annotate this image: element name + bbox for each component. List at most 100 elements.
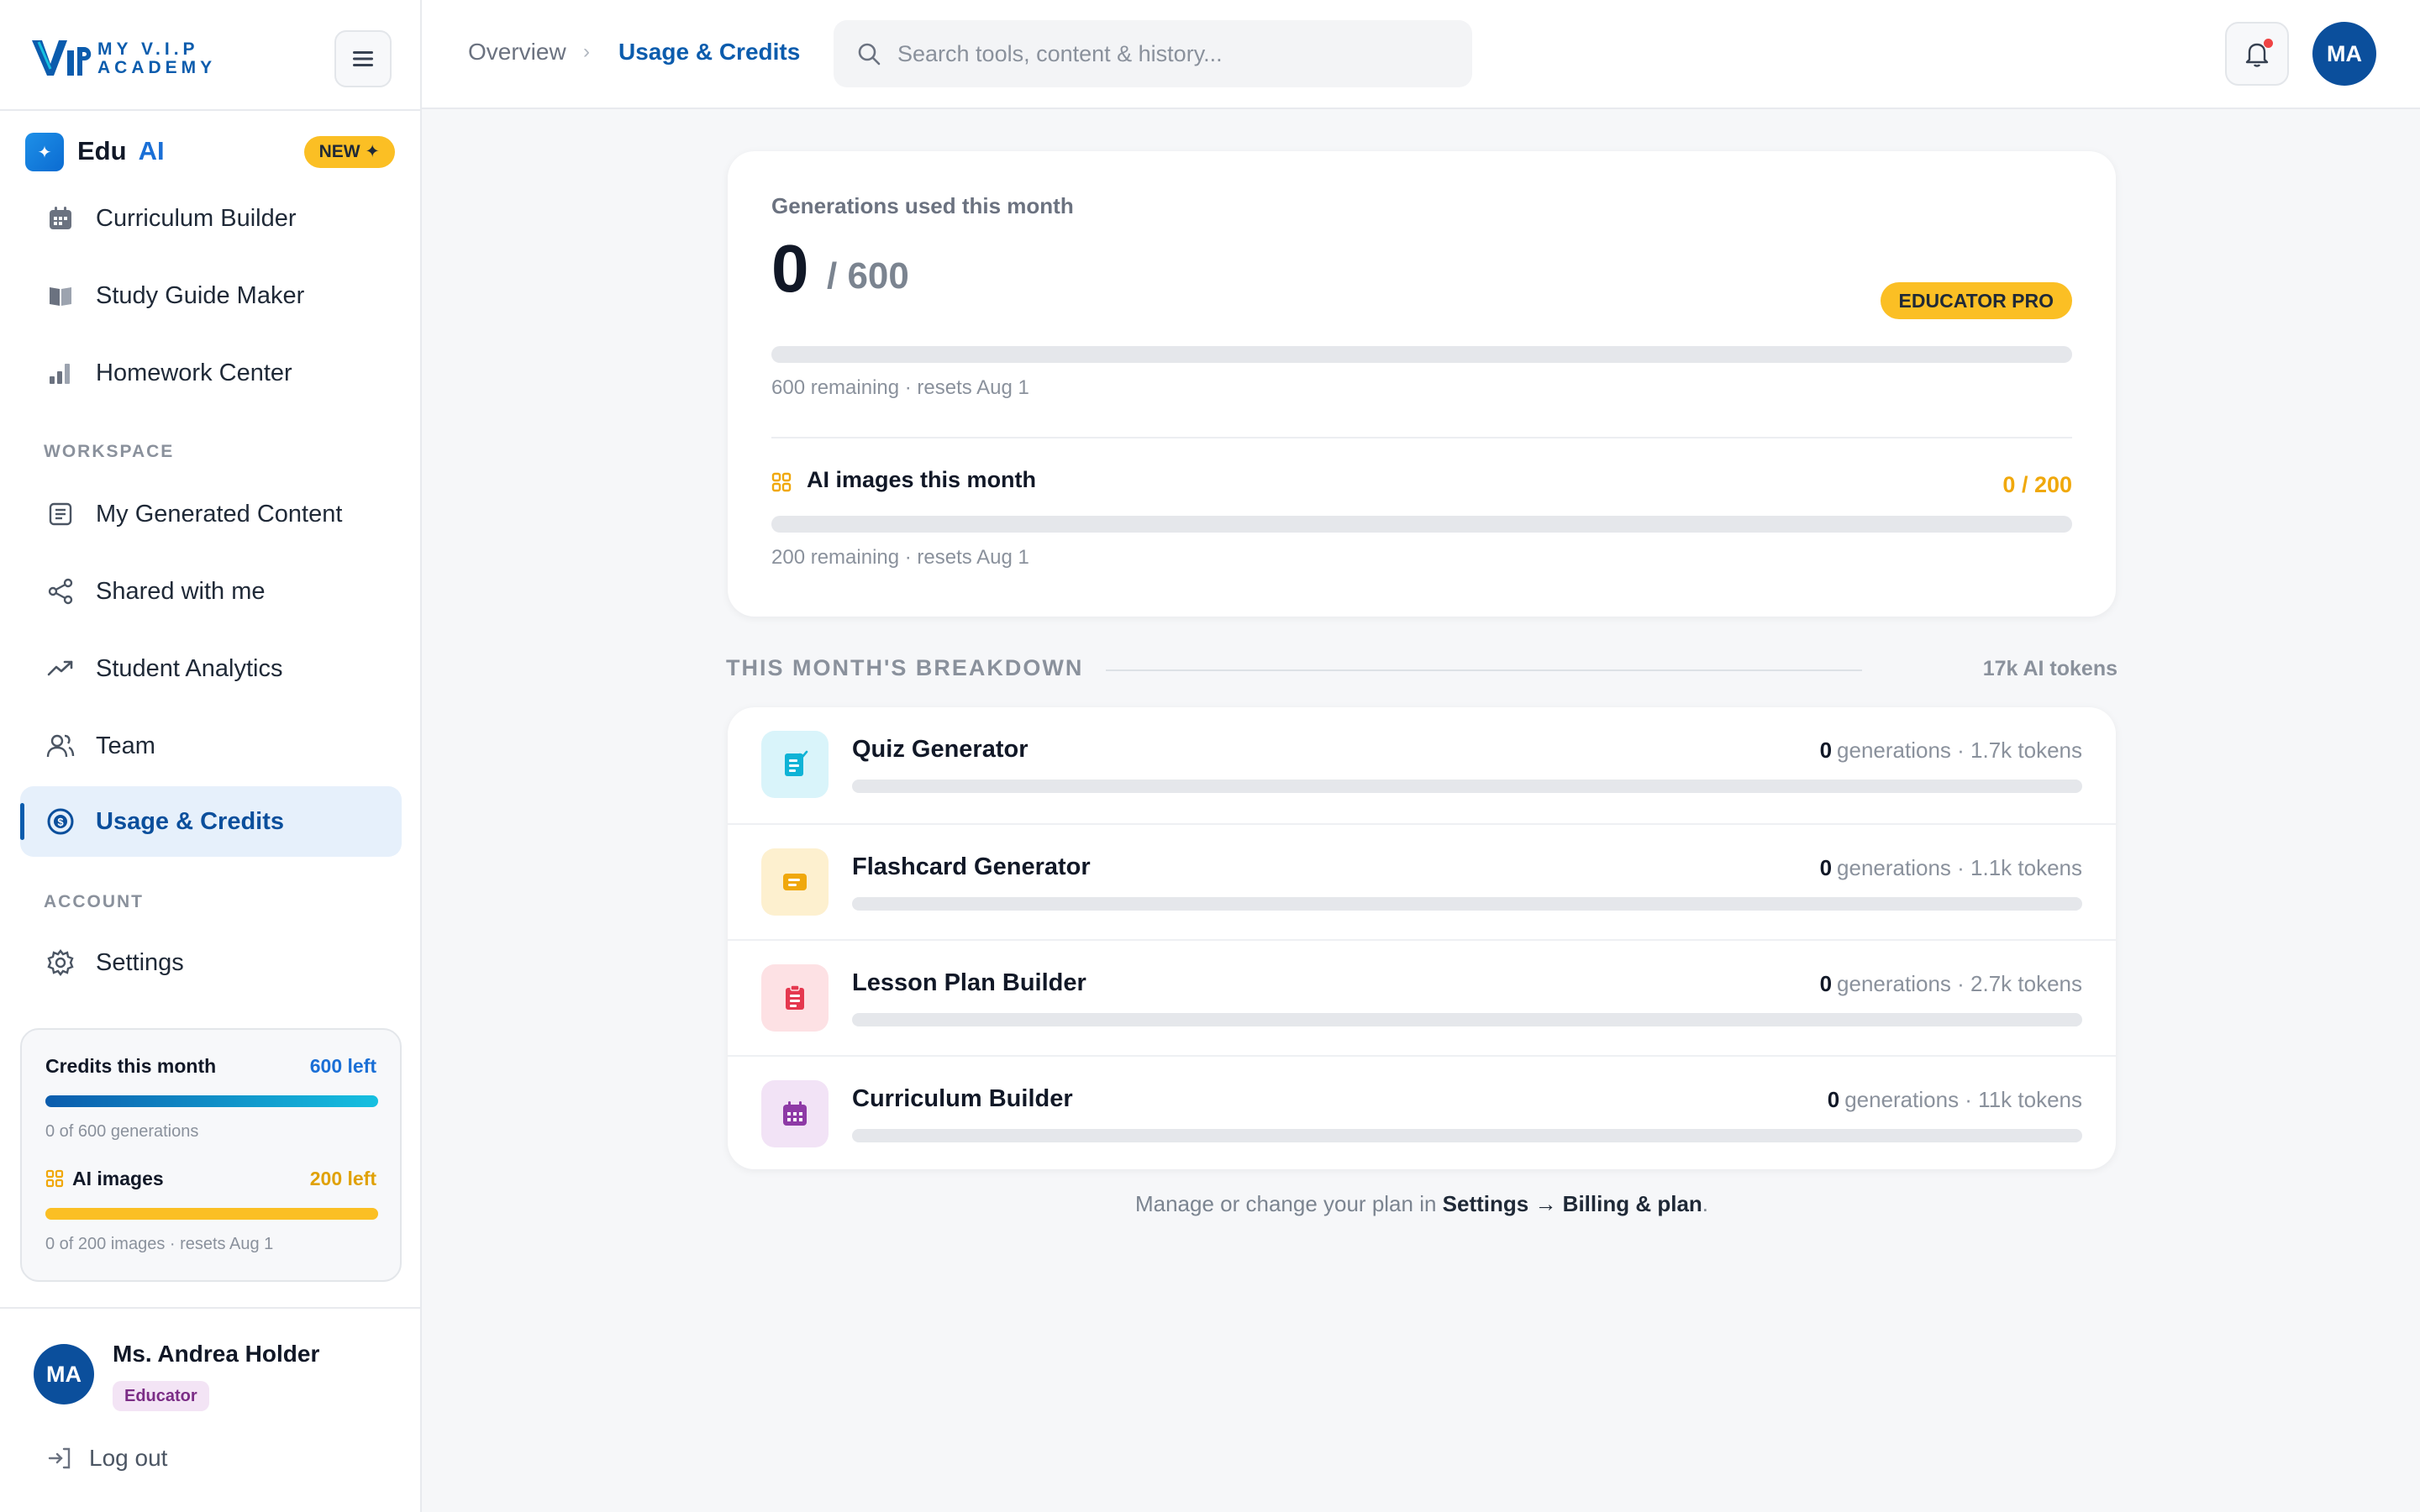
ai-images-count: 0 / 200	[2002, 472, 2072, 497]
logout-label: Log out	[89, 1445, 168, 1471]
curriculum-icon	[761, 1080, 829, 1147]
list-item[interactable]: Flashcard Generator 0 generations · 1.1k …	[728, 823, 2116, 939]
images-title: AI images	[72, 1168, 164, 1189]
list-item[interactable]: Curriculum Builder 0 generations · 11k to…	[728, 1055, 2116, 1169]
avatar[interactable]: MA	[34, 1344, 94, 1404]
credits-icon: $	[44, 805, 77, 838]
chevron-right-icon: ›	[583, 40, 590, 63]
generations-label: Generations used this month	[771, 193, 1074, 218]
breadcrumb-overview[interactable]: Overview	[468, 39, 566, 66]
topbar: Overview › Usage & Credits MA	[422, 0, 2420, 109]
profile-avatar[interactable]: MA	[2312, 22, 2376, 86]
logo-row: MY V.I.P ACADEMY	[0, 0, 420, 111]
tool-name: Quiz Generator	[852, 736, 1028, 763]
sidebar-item-label: Curriculum Builder	[96, 204, 297, 232]
account-section-label: ACCOUNT	[44, 892, 144, 911]
billing-plan-link[interactable]: Settings → Billing & plan	[1443, 1191, 1702, 1216]
trend-icon	[44, 652, 77, 685]
lesson-plan-icon	[761, 964, 829, 1032]
gear-icon	[44, 946, 77, 979]
divider	[1106, 669, 1862, 671]
edu-ai-title: Edu AI	[77, 136, 165, 165]
sidebar-item-shared-with-me[interactable]: Shared with me	[20, 556, 402, 627]
flashcard-icon	[761, 848, 829, 916]
share-icon	[44, 575, 77, 608]
sidebar-item-team[interactable]: Team	[20, 711, 402, 781]
sidebar-item-label: Usage & Credits	[96, 807, 285, 835]
sidebar-item-study-guide-maker[interactable]: Study Guide Maker	[20, 260, 402, 331]
search-input[interactable]	[897, 20, 1452, 87]
sidebar-item-label: Settings	[96, 948, 184, 976]
generations-sub: 600 remaining · resets Aug 1	[771, 376, 1029, 399]
tool-stats: 0 generations · 1.7k tokens	[1819, 738, 2082, 763]
ai-images-sub: 200 remaining · resets Aug 1	[771, 546, 1029, 569]
workspace-section-label: WORKSPACE	[44, 442, 175, 461]
sparkle-icon: ✦	[25, 133, 64, 171]
list-item[interactable]: Lesson Plan Builder 0 generations · 2.7k …	[728, 939, 2116, 1055]
image-grid-icon	[771, 472, 792, 492]
sidebar-item-label: Homework Center	[96, 359, 292, 386]
sidebar: MY V.I.P ACADEMY ✦ Edu AI NEW ✦ Curriculu…	[0, 0, 422, 1512]
document-icon	[44, 497, 77, 531]
divider	[0, 1307, 420, 1309]
tool-stats: 0 generations · 2.7k tokens	[1819, 971, 2082, 996]
sidebar-item-label: Team	[96, 732, 155, 759]
tool-name: Flashcard Generator	[852, 853, 1091, 880]
credits-sub: 0 of 600 generations	[45, 1122, 199, 1141]
usage-summary-card: Generations used this month 0 / 600 EDUC…	[728, 151, 2116, 617]
generations-used: 0	[771, 231, 809, 306]
role-badge: Educator	[113, 1381, 209, 1411]
plan-footer-note: Manage or change your plan in Settings →…	[1134, 1191, 1709, 1216]
edu-ai-header[interactable]: ✦ Edu AI NEW ✦	[25, 131, 395, 171]
credits-progress-fill	[45, 1095, 378, 1107]
sidebar-item-label: Shared with me	[96, 577, 266, 605]
generations-progress-bar	[771, 346, 2072, 363]
search-box[interactable]	[834, 20, 1472, 87]
quiz-icon	[761, 731, 829, 798]
tool-stats: 0 generations · 1.1k tokens	[1819, 855, 2082, 880]
sidebar-item-label: Study Guide Maker	[96, 281, 305, 309]
tool-progress-bar	[852, 1129, 2082, 1142]
calendar-icon	[44, 202, 77, 235]
notifications-button[interactable]	[2225, 22, 2289, 86]
divider	[771, 437, 2072, 438]
list-item[interactable]: Quiz Generator 0 generations · 1.7k token…	[728, 707, 2116, 823]
ai-images-title: AI images this month	[807, 467, 1037, 492]
sidebar-item-student-analytics[interactable]: Student Analytics	[20, 633, 402, 704]
hamburger-icon	[353, 51, 373, 66]
tool-breakdown-list: Quiz Generator 0 generations · 1.7k token…	[728, 707, 2116, 1169]
logout-button[interactable]: Log out	[47, 1445, 167, 1472]
tool-name: Curriculum Builder	[852, 1085, 1073, 1112]
tool-name: Lesson Plan Builder	[852, 969, 1086, 996]
users-icon	[44, 729, 77, 763]
tool-progress-bar	[852, 1013, 2082, 1026]
bar-chart-icon	[44, 356, 77, 390]
sidebar-item-label: Student Analytics	[96, 654, 283, 682]
images-sub: 0 of 200 images · resets Aug 1	[45, 1235, 274, 1253]
logo-text: MY V.I.P ACADEMY	[97, 39, 217, 77]
images-left: 200 left	[309, 1168, 376, 1189]
tool-stats: 0 generations · 11k tokens	[1827, 1087, 2082, 1112]
credits-title: Credits this month	[45, 1055, 217, 1077]
book-icon	[44, 279, 77, 312]
breadcrumb-current: Usage & Credits	[618, 39, 801, 65]
sidebar-item-homework-center[interactable]: Homework Center	[20, 338, 402, 408]
sidebar-item-label: My Generated Content	[96, 500, 343, 528]
active-indicator	[20, 803, 24, 840]
credits-progress-bar	[45, 1095, 378, 1107]
sidebar-item-usage-credits[interactable]: $ Usage & Credits	[20, 786, 402, 857]
search-icon	[858, 43, 881, 66]
sidebar-item-settings[interactable]: Settings	[20, 927, 402, 998]
svg-text:$: $	[57, 816, 64, 828]
credits-summary-card: Credits this month 600 left 0 of 600 gen…	[20, 1028, 402, 1282]
menu-toggle-button[interactable]	[334, 30, 392, 87]
new-badge: NEW ✦	[303, 136, 395, 168]
breakdown-title: THIS MONTH'S BREAKDOWN	[726, 655, 1084, 680]
sidebar-item-curriculum-builder[interactable]: Curriculum Builder	[20, 183, 402, 254]
generations-total: / 600	[827, 255, 909, 297]
sidebar-item-my-generated-content[interactable]: My Generated Content	[20, 479, 402, 549]
notification-dot	[2264, 39, 2273, 48]
breakdown-tokens: 17k AI tokens	[1982, 657, 2118, 680]
vip-logo-icon[interactable]	[30, 35, 94, 79]
logout-icon	[48, 1447, 71, 1469]
